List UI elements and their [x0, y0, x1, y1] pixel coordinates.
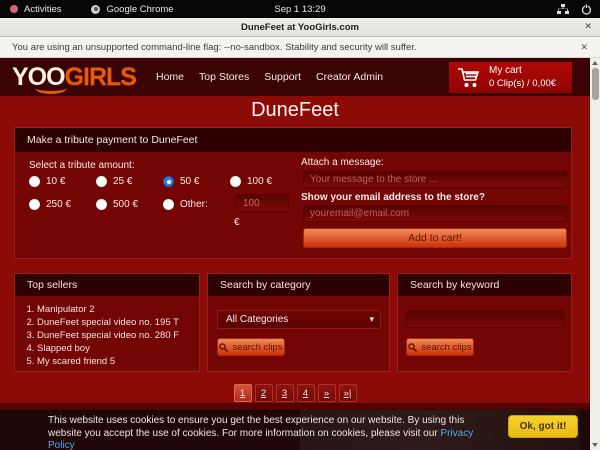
page-button-4[interactable]: 4 [297, 384, 315, 402]
cart-summary: 0 Clip(s) / 0,00€ [489, 78, 556, 90]
network-icon[interactable] [557, 4, 569, 15]
browser-scrollbar[interactable] [590, 58, 600, 450]
main-nav: Home Top Stores Support Creator Admin [156, 71, 383, 83]
top-sellers-panel: Top sellers Manipulator 2 DuneFeet speci… [14, 273, 200, 372]
search-keyword-title: Search by keyword [398, 274, 571, 296]
pagination: 1 2 3 4 » »| [0, 384, 590, 402]
currency-symbol: € [234, 217, 240, 228]
page-button-next[interactable]: » [318, 384, 336, 402]
cookie-notice: This website uses cookies to ensure you … [0, 410, 600, 450]
window-titlebar[interactable]: DuneFeet at YooGirls.com ✕ [0, 18, 600, 37]
site-header: YOOGIRLS Home Top Stores Support Creator… [0, 58, 590, 96]
page-title: DuneFeet [0, 99, 590, 122]
radio-icon[interactable] [96, 176, 107, 187]
scroll-up-icon[interactable] [592, 61, 598, 65]
power-icon[interactable] [581, 4, 592, 15]
list-item[interactable]: My scared friend 5 [37, 355, 199, 368]
search-clips-category-button[interactable]: search clips [217, 338, 285, 356]
amount-option-other[interactable]: Other: [163, 199, 208, 210]
radio-icon[interactable] [29, 176, 40, 187]
radio-icon[interactable] [163, 199, 174, 210]
search-clips-label: search clips [421, 342, 471, 353]
page-button-1[interactable]: 1 [234, 384, 252, 402]
search-clips-label: search clips [232, 342, 282, 353]
my-cart-button[interactable]: My cart 0 Clip(s) / 0,00€ [449, 62, 572, 93]
amount-option-250[interactable]: 250 € [29, 199, 71, 210]
top-sellers-title: Top sellers [15, 274, 199, 296]
page-button-2[interactable]: 2 [255, 384, 273, 402]
logo-text-girls: GIRLS [65, 63, 136, 91]
window-title: DuneFeet at YooGirls.com [241, 22, 359, 33]
amount-option-100[interactable]: 100 € [230, 176, 272, 187]
search-icon [408, 343, 417, 352]
search-keyword-panel: Search by keyword search clips [397, 273, 572, 372]
email-input[interactable] [303, 205, 567, 222]
radio-icon[interactable] [230, 176, 241, 187]
amount-option-10[interactable]: 10 € [29, 176, 65, 187]
clock[interactable]: Sep 1 13:29 [0, 4, 600, 15]
infobar-close-icon[interactable]: ✕ [580, 42, 588, 53]
keyword-input[interactable] [406, 310, 564, 328]
search-category-panel: Search by category All Categories ▾ sear… [207, 273, 390, 372]
search-icon [219, 343, 228, 352]
list-item[interactable]: DuneFeet special video no. 280 F [37, 329, 199, 342]
amount-option-50[interactable]: 50 € [163, 176, 199, 187]
category-dropdown-value: All Categories [226, 314, 288, 325]
add-to-cart-button[interactable]: Add to cart! [303, 228, 567, 248]
message-input[interactable] [303, 171, 567, 188]
amount-option-label: 25 € [113, 176, 132, 187]
nav-item-support[interactable]: Support [264, 71, 301, 83]
amount-option-label: Other: [180, 199, 208, 210]
infobar-message: You are using an unsupported command-lin… [12, 42, 417, 53]
nav-item-top-stores[interactable]: Top Stores [199, 71, 249, 83]
list-item[interactable]: Manipulator 2 [37, 303, 199, 316]
search-clips-keyword-button[interactable]: search clips [406, 338, 474, 356]
scroll-down-icon[interactable] [592, 443, 598, 447]
search-category-title: Search by category [208, 274, 389, 296]
radio-icon[interactable] [163, 176, 174, 187]
nav-item-creator-admin[interactable]: Creator Admin [316, 71, 383, 83]
amount-option-label: 250 € [46, 199, 71, 210]
page-button-3[interactable]: 3 [276, 384, 294, 402]
radio-icon[interactable] [96, 199, 107, 210]
site-content: YOOGIRLS Home Top Stores Support Creator… [0, 58, 590, 450]
amount-option-label: 100 € [247, 176, 272, 187]
cookie-message-text: This website uses cookies to ensure you … [48, 415, 464, 439]
list-item[interactable]: Slapped boy [37, 342, 199, 355]
page-button-last[interactable]: »| [339, 384, 357, 402]
email-label: Show your email address to the store? [301, 192, 485, 203]
cart-title: My cart [489, 65, 556, 78]
amount-option-label: 10 € [46, 176, 65, 187]
radio-icon[interactable] [29, 199, 40, 210]
other-amount-input[interactable] [236, 194, 289, 212]
nav-item-home[interactable]: Home [156, 71, 184, 83]
tribute-panel-header: Make a tribute payment to DuneFeet [15, 128, 571, 152]
chevron-down-icon: ▾ [369, 314, 374, 325]
cart-icon [457, 67, 481, 89]
amount-option-label: 500 € [113, 199, 138, 210]
amount-option-25[interactable]: 25 € [96, 176, 132, 187]
cookie-accept-button[interactable]: Ok, got it! [508, 415, 578, 438]
top-sellers-list: Manipulator 2 DuneFeet special video no.… [37, 303, 199, 368]
category-dropdown[interactable]: All Categories ▾ [217, 310, 381, 329]
browser-viewport: YOOGIRLS Home Top Stores Support Creator… [0, 58, 600, 450]
cookie-message: This website uses cookies to ensure you … [48, 415, 496, 450]
logo-smile-icon [35, 82, 67, 94]
amount-option-label: 50 € [180, 176, 199, 187]
window-close-icon[interactable]: ✕ [584, 21, 592, 32]
tribute-panel: Make a tribute payment to DuneFeet Selec… [14, 127, 572, 259]
message-label: Attach a message: [301, 157, 384, 168]
amount-option-500[interactable]: 500 € [96, 199, 138, 210]
chrome-infobar: You are using an unsupported command-lin… [0, 37, 600, 58]
list-item[interactable]: DuneFeet special video no. 195 T [37, 316, 199, 329]
scrollbar-thumb[interactable] [592, 68, 599, 100]
site-logo[interactable]: YOOGIRLS [12, 65, 150, 90]
amount-label: Select a tribute amount: [29, 160, 135, 171]
system-top-bar: Activities Google Chrome Sep 1 13:29 [0, 0, 600, 18]
